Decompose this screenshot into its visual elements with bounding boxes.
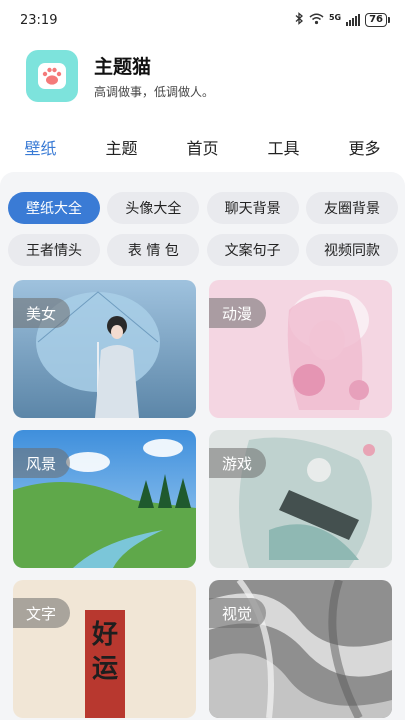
tab-tools[interactable]: 工具 bbox=[267, 135, 299, 159]
card-anime[interactable]: 动漫 bbox=[209, 280, 392, 418]
bluetooth-icon bbox=[295, 12, 304, 28]
app-slogan: 高调做事，低调做人。 bbox=[94, 85, 215, 99]
chip-all-wallpapers[interactable]: 壁纸大全 bbox=[8, 192, 100, 224]
card-visual[interactable]: 视觉 bbox=[209, 580, 392, 718]
chip-couple-avatars[interactable]: 王者情头 bbox=[8, 234, 100, 266]
chip-moments-backgrounds[interactable]: 友圈背景 bbox=[305, 192, 398, 224]
top-tabs: 壁纸 主题 首页 工具 更多 bbox=[0, 130, 405, 164]
chip-quotes[interactable]: 文案句子 bbox=[206, 234, 299, 266]
card-label-landscape: 风景 bbox=[13, 448, 71, 478]
card-label-game: 游戏 bbox=[209, 448, 267, 478]
app-header: 主题猫 高调做事，低调做人。 bbox=[26, 50, 214, 102]
tab-home[interactable]: 首页 bbox=[186, 135, 218, 159]
tab-more[interactable]: 更多 bbox=[348, 135, 380, 159]
signal-icon bbox=[346, 14, 361, 26]
card-label-visual: 视觉 bbox=[209, 598, 267, 628]
card-text[interactable]: 好运 文字 bbox=[13, 580, 196, 718]
category-chips: 壁纸大全 头像大全 聊天背景 友圈背景 王者情头 表 情 包 文案句子 视频同款 bbox=[8, 192, 398, 276]
card-label-anime: 动漫 bbox=[209, 298, 267, 328]
card-art-text: 好运 bbox=[91, 620, 118, 684]
card-landscape[interactable]: 风景 bbox=[13, 430, 196, 568]
paw-icon bbox=[38, 63, 66, 89]
status-icons: 5G 76 bbox=[295, 12, 390, 28]
chip-chat-backgrounds[interactable]: 聊天背景 bbox=[206, 192, 299, 224]
tab-wallpaper[interactable]: 壁纸 bbox=[24, 135, 56, 159]
chip-stickers[interactable]: 表 情 包 bbox=[107, 234, 200, 266]
card-label-beauty: 美女 bbox=[13, 298, 71, 328]
content-area: 壁纸大全 头像大全 聊天背景 友圈背景 王者情头 表 情 包 文案句子 视频同款 bbox=[0, 172, 405, 720]
card-game[interactable]: 游戏 bbox=[209, 430, 392, 568]
battery-icon: 76 bbox=[365, 13, 390, 27]
status-time: 23:19 bbox=[20, 12, 58, 28]
app-title: 主题猫 bbox=[94, 56, 152, 78]
wifi-icon bbox=[309, 13, 324, 28]
chip-video-same[interactable]: 视频同款 bbox=[305, 234, 398, 266]
app-logo bbox=[26, 50, 78, 102]
chip-avatars[interactable]: 头像大全 bbox=[107, 192, 200, 224]
network-type: 5G bbox=[328, 12, 342, 22]
card-beauty[interactable]: 美女 bbox=[13, 280, 196, 418]
card-label-text: 文字 bbox=[13, 598, 71, 628]
tab-theme[interactable]: 主题 bbox=[105, 135, 137, 159]
status-bar: 23:19 5G 76 bbox=[0, 0, 405, 40]
